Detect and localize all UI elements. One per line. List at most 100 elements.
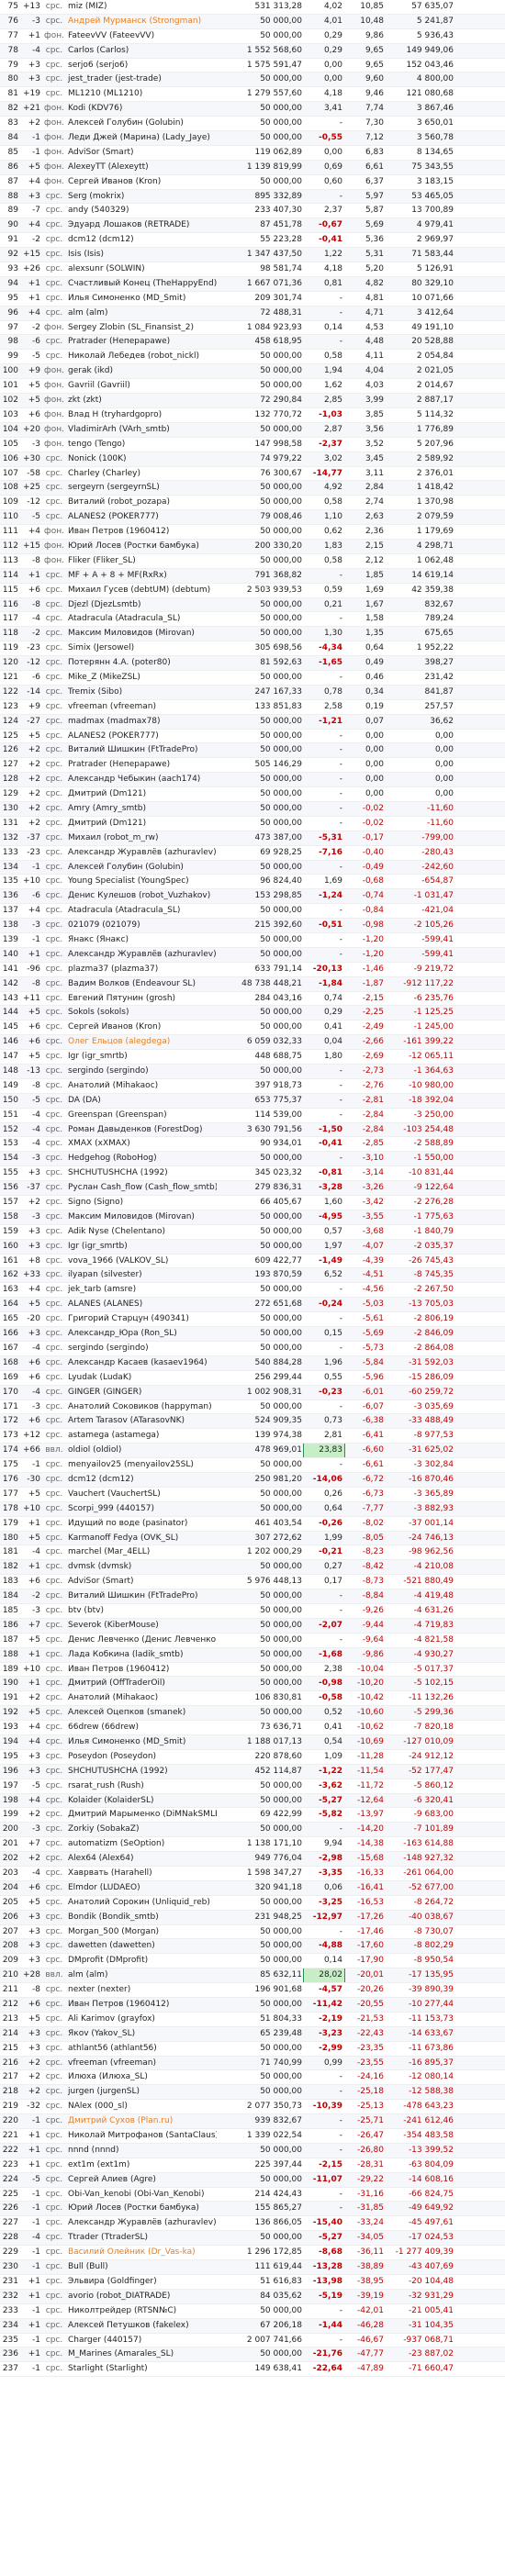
table-row[interactable]: 91 -2 срс. dcm12 (dcm12) 55 223,28 -0,41 5,36 2… [0,233,505,249]
table-row[interactable]: 198 +4 срс. Kolaider (KolaiderSL) 50 000,00 -… [0,1793,505,1809]
table-row[interactable]: 171 -3 срс. Анатолий Соковиков (happyman) 50… [0,1400,505,1415]
table-row[interactable]: 177 +5 срс. Vauchert (VauchertSL) 50 000,00 0… [0,1488,505,1502]
participant-name[interactable]: Александр Журавлёв (azhuravlev) [66,846,217,860]
participant-name[interactable]: Adik Nyse (Chelentano) [66,1225,217,1239]
table-row[interactable]: 163 +4 срс. jek_tarb (amsre) 50 000,00 - -4,56… [0,1283,505,1299]
table-row[interactable]: 104 +20 фон. VladimirArh (VArh_smtb) 50 000,… [0,422,505,438]
participant-name[interactable]: dcm12 (dcm12) [66,1473,217,1487]
table-row[interactable]: 235 -1 срс. Charger (440157) 2 007 741,66 - -4… [0,2334,505,2348]
table-row[interactable]: 174 +66 ввл. oldiol (oldiol) 478 969,01 23,83… [0,1444,505,1459]
table-row[interactable]: 228 -4 срс. Ttrader (TtraderSL) 50 000,00 -5,… [0,2231,505,2247]
table-row[interactable]: 229 -1 срс. Василий Олейник (Dr_Vas-ka) 1 29… [0,2246,505,2261]
table-row[interactable]: 224 -5 срс. Сергей Алиев (Agre) 50 000,00 -11… [0,2172,505,2188]
participant-name[interactable]: NAlex (000_sl) [66,2100,217,2113]
participant-name[interactable]: Charger (440157) [66,2334,217,2347]
table-row[interactable]: 181 -4 срс. marchel (Mar_4ELL) 1 202 000,29 -… [0,1545,505,1561]
table-row[interactable]: 215 +3 срс. athlant56 (athlant56) 50 000,00 -… [0,2042,505,2057]
table-row[interactable]: 129 +2 срс. Дмитрий (Dm121) 50 000,00 - 0,00 0,… [0,787,505,802]
participant-name[interactable]: Tremix (Sibo) [66,686,217,699]
participant-name[interactable]: Severok (KiberMouse) [66,1619,217,1633]
participant-name[interactable]: Lyudak (LudaK) [66,1371,217,1385]
participant-name[interactable]: Анатолий (Mihakaoc) [66,1691,217,1705]
table-row[interactable]: 131 +2 срс. Дмитрий (Dm121) 50 000,00 - -0,02 -… [0,817,505,831]
table-row[interactable]: 142 -8 срс. Вадим Волков (Endeavour SL) 48 7… [0,976,505,992]
table-row[interactable]: 148 -13 срс. sergindo (sergindo) 50 000,00 - -… [0,1065,505,1079]
participant-name[interactable]: sergindo (sergindo) [66,1065,217,1078]
table-row[interactable]: 185 -3 срс. btv (btv) 50 000,00 - -9,26 -4 631,… [0,1604,505,1619]
table-row[interactable]: 175 -1 срс. menyailov25 (menyailov25SL) 50 0… [0,1458,505,1473]
participant-name[interactable]: Николтрейдер (RTSN№C) [66,2304,217,2318]
table-row[interactable]: 117 -4 срс. Atadracula (Atadracula_SL) 50 00… [0,612,505,628]
participant-name[interactable]: FateevVV (FateevVV) [66,29,217,43]
table-row[interactable]: 156 -37 срс. Руслан Cash_flow (Cash_flow_sm… [0,1181,505,1197]
participant-name[interactable]: Якоv (Yakov_SL) [66,2027,217,2041]
table-row[interactable]: 88 +3 срс. Serg (mokrix) 895 332,89 - 5,97 53 4… [0,189,505,205]
table-row[interactable]: 122 -14 срс. Tremix (Sibo) 247 167,33 0,78 0,3… [0,685,505,700]
table-row[interactable]: 187 +5 срс. Денис Левченко (Денис Левченко)… [0,1634,505,1648]
table-row[interactable]: 85 -1 фон. AdviSor (Smart) 119 062,89 0,00 6,8… [0,146,505,161]
table-row[interactable]: 199 +2 срс. Дмитрий Марыменко (DiMNakSMLB) 6… [0,1808,505,1823]
participant-name[interactable]: Alex64 (Alex64) [66,1852,217,1866]
participant-name[interactable]: Bondik (Bondik_smtb) [66,1911,217,1924]
table-row[interactable]: 152 -4 срс. Роман Давыденков (ForestDog) 3 6… [0,1122,505,1138]
table-row[interactable]: 217 +2 срс. Илюха (Илюха_SL) 50 000,00 - -24,1… [0,2070,505,2086]
table-row[interactable]: 218 +2 срс. jurgen (jurgenSL) 50 000,00 - -25,… [0,2085,505,2101]
participant-name[interactable]: Алексей Голубин (Golubin) [66,117,217,130]
table-row[interactable]: 180 +5 срс. Karmanoff Fedya (OVK_SL) 307 272… [0,1531,505,1546]
participant-name[interactable]: Igr (igr_smrtb) [66,1050,217,1064]
participant-name[interactable]: Виталий Шишкин (FtTradePro) [66,1589,217,1603]
participant-name[interactable]: tengo (Tengo) [66,438,217,452]
participant-name[interactable]: Анатолий (Mihakaoc) [66,1079,217,1093]
table-row[interactable]: 121 -6 срс. Mike_Z (MikeZSL) 50 000,00 - 0,46 2… [0,671,505,686]
participant-name[interactable]: alm (alm) [66,1968,217,1982]
table-row[interactable]: 138 -3 срс. 021079 (021079) 215 392,60 -0,51 -… [0,919,505,933]
participant-name[interactable]: ilyapan (silvester) [66,1268,217,1282]
participant-name[interactable]: sergeyrn (sergeyrnSL) [66,481,217,495]
participant-name[interactable]: Дмитрий Марыменко (DiMNakSMLB) [66,1808,217,1822]
participant-name[interactable]: vfreeman (vfreeman) [66,2057,217,2070]
participant-name[interactable]: Александр Журавлёв (azhuravlev) [66,2216,217,2230]
participant-name[interactable]: SHCHUTUSHCHA (1992) [66,1166,217,1180]
table-row[interactable]: 236 +1 срс. M_Marines (Amarales_SL) 50 000,0… [0,2347,505,2363]
table-row[interactable]: 119 -23 срс. Simix (Jersowel) 305 698,56 -4,3… [0,641,505,657]
participant-name[interactable]: Влад Н (tryhardgopro) [66,408,217,422]
table-row[interactable]: 191 +2 срс. Анатолий (Mihakaoc) 106 830,81 -0… [0,1691,505,1707]
table-row[interactable]: 160 +3 срс. Igr (igr_smrtb) 50 000,00 1,97 -4,… [0,1239,505,1255]
table-row[interactable]: 90 +4 срс. Эдуард Лошаков (RETRADE) 87 451,7… [0,218,505,234]
table-row[interactable]: 125 +5 срс. ALANES2 (POKER777) 50 000,00 - 0,0… [0,730,505,744]
participant-name[interactable]: Потерянн 4.А. (poter80) [66,656,217,670]
table-row[interactable]: 126 +2 срс. Виталий Шишкин (FtTradePro) 50 0… [0,743,505,759]
participant-name[interactable]: Atadracula (Atadracula_SL) [66,612,217,626]
participant-name[interactable]: MF + A + 8 + MF(RxRx) [66,569,217,583]
table-row[interactable]: 164 +5 срс. ALANES (ALANES) 272 651,68 -0,24 -… [0,1298,505,1313]
table-row[interactable]: 189 +10 срс. Иван Петров (1960412) 50 000,00… [0,1663,505,1678]
participant-name[interactable]: astamega (astamega) [66,1429,217,1443]
table-row[interactable]: 154 -3 срс. Hedgehog (RoboHog) 50 000,00 - -3,… [0,1152,505,1167]
participant-name[interactable]: Михаил Гусев (debtUM) (debtum) [66,584,217,597]
table-row[interactable]: 102 +5 фон. zkt (zkt) 72 290,84 2,85 3,99 2 887… [0,394,505,408]
participant-name[interactable]: Хаврвать (Harahell) [66,1867,217,1880]
participant-name[interactable]: Денис Левченко (Денис Левченко) [66,1634,217,1647]
participant-name[interactable]: Иван Петров (1960412) [66,1998,217,2012]
table-row[interactable]: 84 -1 фон. Леди Джей (Марина) (Lady_Jaye) 50… [0,131,505,146]
table-row[interactable]: 145 +6 срс. Сергей Иванов (Kron) 50 000,00 0,… [0,1020,505,1036]
participant-name[interactable]: dvmsk (dvmsk) [66,1560,217,1574]
table-row[interactable]: 137 +4 срс. Atadracula (Atadracula_SL) 50 00… [0,904,505,920]
table-row[interactable]: 141 -96 срс. plazma37 (plazma37) 633 791,14-… [0,963,505,977]
participant-name[interactable]: Олег Ельцов (alegdega) [66,1035,217,1049]
participant-name[interactable]: Bull (Bull) [66,2260,217,2274]
participant-name[interactable]: Zorkiy (SobakaZ) [66,1823,217,1836]
table-row[interactable]: 101 +5 фон. Gavriil (Gavriil) 50 000,00 1,62 4… [0,379,505,395]
participant-name[interactable]: Александр Журавлёв (azhuravlev) [66,948,217,962]
table-row[interactable]: 78 -4 срс. Carlos (Carlos) 1 552 568,60 0,29 9… [0,43,505,59]
table-row[interactable]: 208 +3 срс. dawetten (dawetten) 50 000,00 -4,… [0,1939,505,1955]
table-row[interactable]: 144 +5 срс. Sokols (sokols) 50 000,00 0,29 -2,… [0,1006,505,1021]
participant-name[interactable]: Вадим Волков (Endeavour SL) [66,977,217,991]
table-row[interactable]: 128 +2 срс. Александр Чебыкин (aach174) 50 0… [0,773,505,788]
participant-name[interactable]: Pratrader (Неперараwe) [66,758,217,772]
participant-name[interactable]: Дмитрий Сухов (Plan.ru) [66,2114,217,2128]
participant-name[interactable]: ALANES2 (POKER777) [66,510,217,524]
table-row[interactable]: 100 +9 фон. gerak (ikd) 50 000,00 1,94 4,04 2 0… [0,364,505,380]
table-row[interactable]: 115 +6 срс. Михаил Гусев (debtUM) (debtum) 2… [0,584,505,598]
participant-name[interactable]: avorio (robot_DIATRADE) [66,2290,217,2303]
